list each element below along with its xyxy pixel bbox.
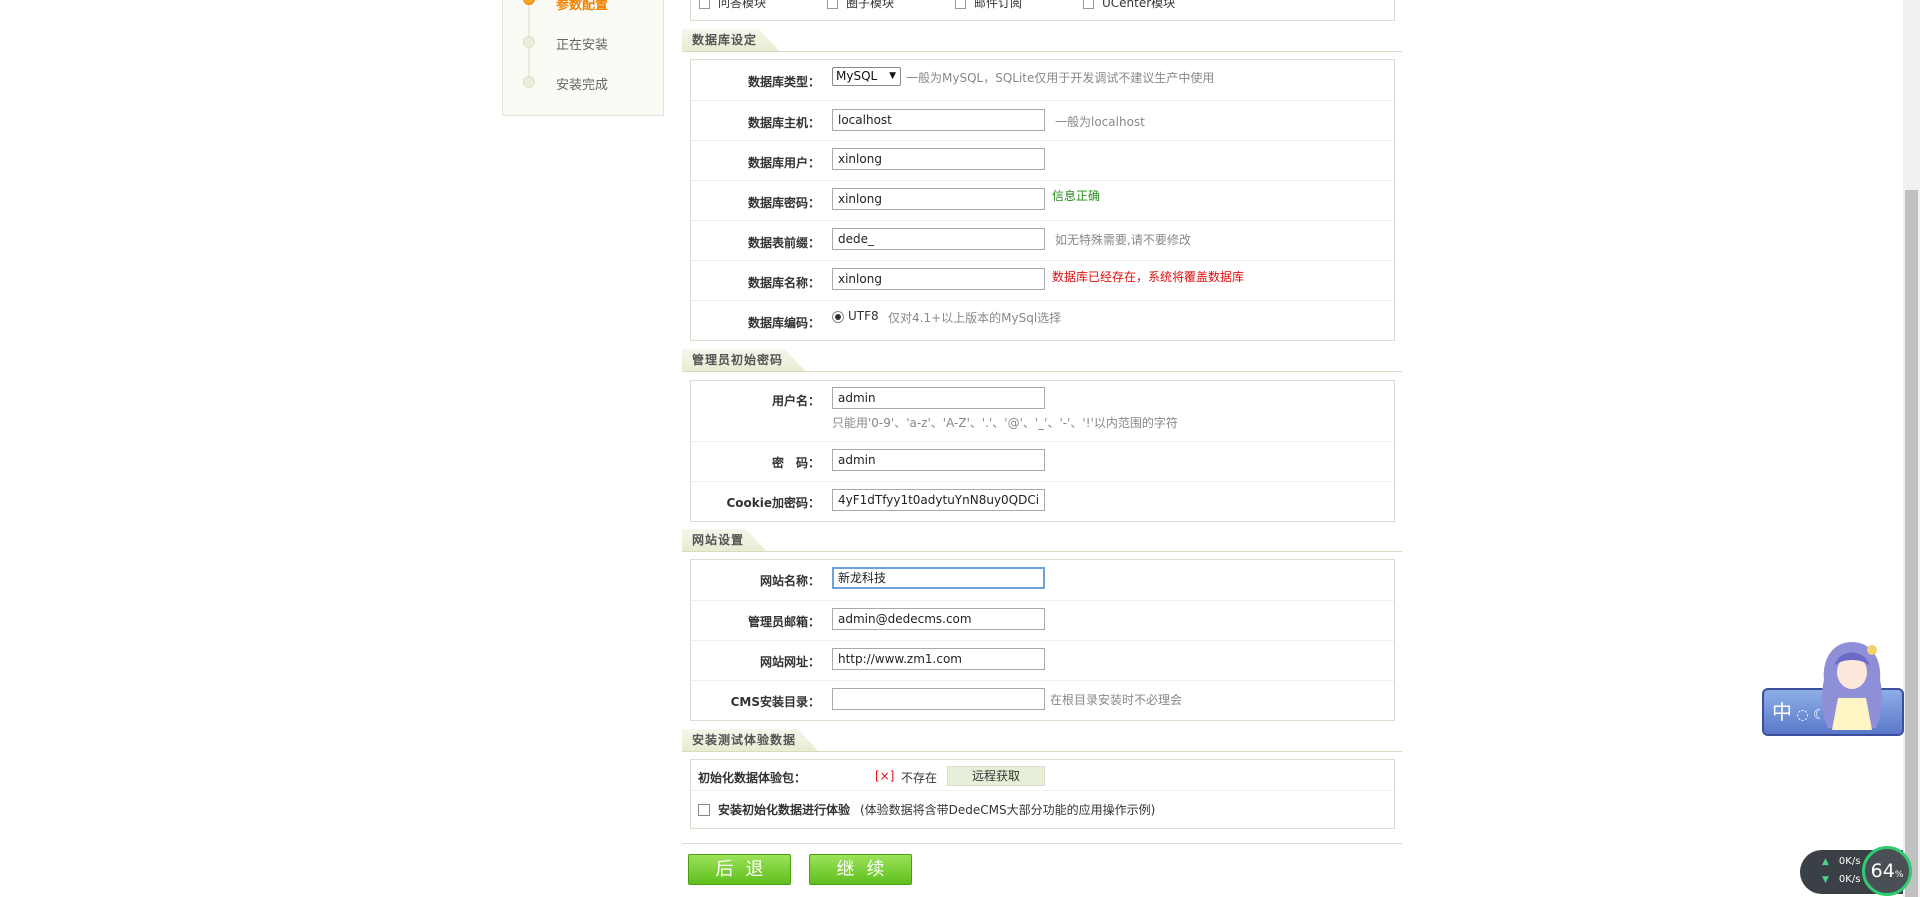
db-charset-label: 数据库编码： [747, 316, 820, 330]
db-name-input[interactable]: xinlong [832, 268, 1045, 290]
site-settings-box: 网站名称： 新龙科技 管理员邮箱： admin@dedecms.com 网站网址… [690, 559, 1395, 721]
module-checkbox-ucenter[interactable]: UCenter模块 [1083, 0, 1175, 11]
module-checkbox-group[interactable]: 圈子模块 [827, 0, 894, 11]
admin-username-tip: 只能用'0-9'、'a-z'、'A-Z'、'.'、'@'、'_'、'-'、'!'… [832, 416, 1178, 430]
module-checkbox-mail[interactable]: 邮件订阅 [955, 0, 1022, 11]
section-title: 管理员初始密码 [682, 349, 805, 371]
admin-section-header: 管理员初始密码 [682, 349, 1402, 372]
form-row: 数据库主机： localhost 一般为localhost [691, 100, 1394, 141]
db-type-select[interactable]: MySQL ▼ [832, 67, 901, 86]
vertical-scrollbar[interactable] [1903, 0, 1920, 897]
upload-speed: ▲ 0K/s [1822, 856, 1861, 867]
cms-dir-tip: 在根目录安装时不必理会 [1050, 693, 1183, 707]
db-prefix-label: 数据表前缀： [747, 236, 820, 250]
db-prefix-tip: 如无特殊需要,请不要修改 [1055, 233, 1191, 247]
db-user-input[interactable]: xinlong [832, 148, 1045, 170]
demo-pkg-status-mark: [×] [875, 769, 895, 783]
site-name-input[interactable]: 新龙科技 [832, 567, 1045, 589]
site-url-input[interactable]: http://www.zm1.com [832, 648, 1045, 670]
db-prefix-input[interactable]: dede_ [832, 228, 1045, 250]
upload-arrow-icon: ▲ [1822, 857, 1829, 867]
db-name-tip: 数据库已经存在，系统将覆盖数据库 [1052, 270, 1245, 284]
charset-radio[interactable] [832, 311, 844, 323]
step-dot [523, 76, 535, 88]
admin-settings-box: 用户名： admin 只能用'0-9'、'a-z'、'A-Z'、'.'、'@'、… [690, 380, 1395, 522]
demo-pkg-label: 初始化数据体验包： [698, 771, 807, 785]
db-host-label: 数据库主机： [747, 116, 820, 130]
form-row: 数据库类型： MySQL ▼ 一般为MySQL，SQLite仅用于开发调试不建议生… [691, 60, 1394, 100]
form-row: 数据库用户： xinlong [691, 140, 1394, 181]
db-settings-box: 数据库类型： MySQL ▼ 一般为MySQL，SQLite仅用于开发调试不建议生… [690, 59, 1395, 341]
anime-mascot-icon[interactable] [1812, 638, 1892, 733]
install-demo-note: (体验数据将含带DedeCMS大部分功能的应用操作示例) [860, 803, 1156, 817]
form-row: 初始化数据体验包： [×] 不存在 远程获取 [691, 760, 1394, 790]
section-title: 数据库设定 [682, 29, 779, 51]
section-title: 安装测试体验数据 [682, 729, 818, 751]
form-row: 网站网址： http://www.zm1.com [691, 640, 1394, 681]
admin-username-label: 用户名： [771, 394, 820, 408]
db-type-label: 数据库类型： [747, 75, 820, 89]
download-speed: ▼ 0K/s [1822, 874, 1861, 885]
db-password-input[interactable]: xinlong [832, 188, 1045, 210]
db-section-header: 数据库设定 [682, 29, 1402, 52]
db-type-tip: 一般为MySQL，SQLite仅用于开发调试不建议生产中使用 [906, 71, 1215, 85]
demo-section-header: 安装测试体验数据 [682, 729, 1402, 752]
form-row: 用户名： admin 只能用'0-9'、'a-z'、'A-Z'、'.'、'@'、… [691, 381, 1394, 441]
form-row: 管理员邮箱： admin@dedecms.com [691, 600, 1394, 641]
db-charset-value: UTF8 [848, 309, 879, 323]
cookie-key-label: Cookie加密码： [726, 496, 820, 510]
form-row: 密 码： admin [691, 441, 1394, 482]
db-password-label: 数据库密码： [747, 196, 820, 210]
cms-dir-label: CMS安装目录： [730, 695, 820, 709]
db-host-input[interactable]: localhost [832, 109, 1045, 131]
ime-mode-text: 中 [1772, 700, 1792, 724]
cookie-key-input[interactable]: 4yF1dTfyy1t0adytuYnN8uy0QDCi [832, 489, 1045, 511]
demo-pkg-status: 不存在 [901, 771, 938, 785]
admin-password-input[interactable]: admin [832, 449, 1045, 471]
step-dot [523, 36, 535, 48]
back-button[interactable]: 后退 [688, 854, 791, 885]
demo-data-box: 初始化数据体验包： [×] 不存在 远程获取 安装初始化数据进行体验 (体验数据… [690, 759, 1395, 829]
divider [682, 843, 1402, 844]
db-host-tip: 一般为localhost [1055, 115, 1145, 129]
install-demo-label: 安装初始化数据进行体验 [718, 803, 851, 817]
form-row: 数据库名称： xinlong 数据库已经存在，系统将覆盖数据库 [691, 260, 1394, 301]
db-password-tip: 信息正确 [1052, 189, 1101, 203]
admin-username-input[interactable]: admin [832, 387, 1045, 409]
form-row: Cookie加密码： 4yF1dTfyy1t0adytuYnN8uy0QDCi [691, 481, 1394, 522]
admin-email-label: 管理员邮箱： [747, 615, 820, 629]
admin-password-label: 密 码： [771, 456, 820, 470]
site-url-label: 网站网址： [759, 655, 820, 669]
step-label-complete: 安装完成 [556, 78, 609, 93]
continue-button[interactable]: 继续 [809, 854, 912, 885]
form-row: 安装初始化数据进行体验 (体验数据将含带DedeCMS大部分功能的应用操作示例) [691, 790, 1394, 829]
step-label-installing: 正在安装 [556, 38, 609, 53]
modules-box: 问答模块 圈子模块 邮件订阅 UCenter模块 [690, 0, 1395, 21]
scrollbar-thumb[interactable] [1905, 190, 1918, 897]
form-row: 网站名称： 新龙科技 [691, 560, 1394, 600]
dropdown-arrow-icon: ▼ [889, 71, 896, 81]
db-user-label: 数据库用户： [747, 156, 820, 170]
install-demo-checkbox[interactable] [698, 804, 710, 816]
form-row: 数据库密码： xinlong 信息正确 [691, 180, 1394, 221]
db-name-label: 数据库名称： [747, 276, 820, 290]
module-checkbox-ask[interactable]: 问答模块 [699, 0, 766, 11]
form-row: CMS安装目录： 在根目录安装时不必理会 [691, 680, 1394, 721]
admin-email-input[interactable]: admin@dedecms.com [832, 608, 1045, 630]
section-title: 网站设置 [682, 529, 766, 551]
form-row: 数据库编码： UTF8 仅对4.1+以上版本的MySql选择 [691, 300, 1394, 341]
site-name-label: 网站名称： [759, 574, 820, 588]
form-row: 数据表前缀： dede_ 如无特殊需要,请不要修改 [691, 220, 1394, 261]
install-steps-panel [502, 0, 664, 116]
site-section-header: 网站设置 [682, 529, 1402, 552]
remote-fetch-button[interactable]: 远程获取 [947, 766, 1045, 786]
download-arrow-icon: ▼ [1822, 875, 1829, 885]
memory-gauge[interactable]: 64% [1862, 846, 1912, 896]
step-label-config: 参数配置 [556, 0, 609, 13]
cms-dir-input[interactable] [832, 688, 1045, 710]
db-charset-tip: 仅对4.1+以上版本的MySql选择 [888, 311, 1062, 325]
